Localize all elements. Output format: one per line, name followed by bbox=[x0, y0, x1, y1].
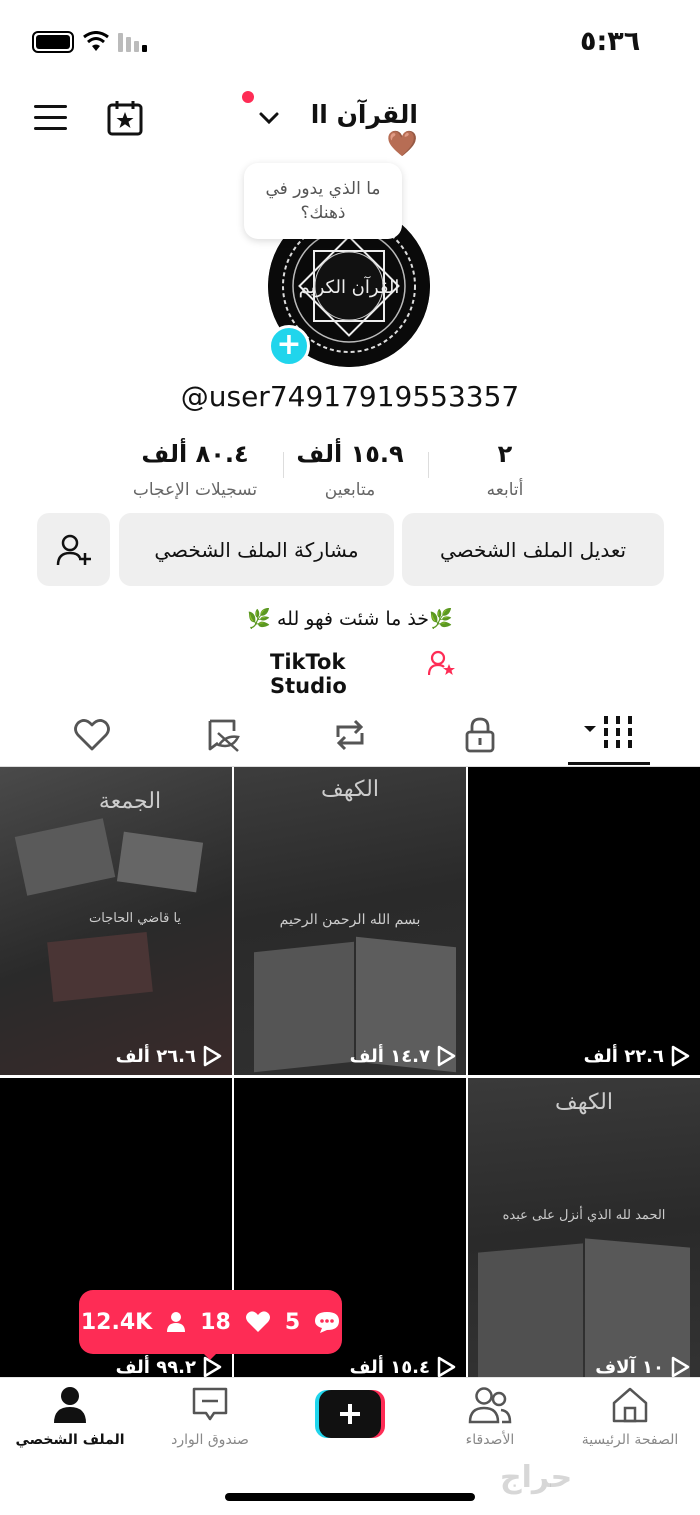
tiktok-studio-link[interactable]: TikTok Studio bbox=[270, 650, 420, 698]
chevron-down-icon[interactable] bbox=[258, 110, 280, 126]
watermark-logo: حراج bbox=[500, 1460, 573, 1495]
video-caption: بسم الله الرحمن الرحيم bbox=[279, 912, 421, 928]
view-count: ٢٢.٦ ألف bbox=[468, 1045, 700, 1067]
share-profile-button[interactable]: مشاركة الملف الشخصي bbox=[119, 513, 394, 586]
videos-tab-grid-icon[interactable] bbox=[582, 715, 636, 749]
view-count-text: ١٥.٤ ألف bbox=[349, 1356, 430, 1378]
nav-home[interactable]: الصفحة الرئيسية bbox=[560, 1386, 700, 1448]
inbox-icon bbox=[192, 1387, 228, 1421]
video-title: الجمعة bbox=[98, 789, 162, 814]
play-icon bbox=[437, 1045, 456, 1067]
repost-tab-icon[interactable] bbox=[330, 715, 370, 755]
view-count-text: ١٤.٧ ألف bbox=[349, 1045, 430, 1067]
nav-inbox-label: صندوق الوارد bbox=[171, 1432, 249, 1448]
view-count: ٢٦.٦ ألف bbox=[0, 1045, 232, 1067]
toast-tail bbox=[200, 1350, 220, 1360]
video-caption: يا قاضي الحاجات bbox=[88, 911, 182, 926]
nav-home-label: الصفحة الرئيسية bbox=[581, 1432, 679, 1448]
studio-icon[interactable] bbox=[428, 650, 456, 676]
account-title[interactable]: القرآن ll 🤎 bbox=[282, 100, 418, 159]
view-count-text: ٩٩.٢ ألف bbox=[115, 1356, 196, 1378]
thought-bubble[interactable]: ما الذي يدور في ذهنك؟ bbox=[244, 163, 402, 239]
video-thumbnail[interactable]: الكهف الحمد لله الذي أنزل على عبده ١٠ آل… bbox=[468, 1078, 700, 1386]
private-tab-lock-icon[interactable] bbox=[460, 715, 500, 755]
play-icon bbox=[203, 1045, 222, 1067]
nav-inbox[interactable]: صندوق الوارد bbox=[140, 1386, 280, 1448]
nav-friends-label: الأصدقاء bbox=[465, 1432, 515, 1448]
active-tab-indicator bbox=[568, 762, 650, 765]
wifi-icon bbox=[83, 31, 109, 51]
bio-text: 🌿خذ ما شئت فهو لله 🌿 bbox=[247, 608, 453, 630]
toast-comments: 5 bbox=[284, 1309, 301, 1335]
view-count: ١٠ آلاف bbox=[468, 1356, 700, 1378]
play-icon bbox=[437, 1356, 456, 1378]
battery-icon bbox=[32, 31, 74, 53]
likes-label: تسجيلات الإعجاب bbox=[132, 480, 258, 500]
video-thumbnail[interactable]: الجمعة يا قاضي الحاجات ٢٦.٦ ألف bbox=[0, 767, 232, 1075]
video-title: الكهف bbox=[555, 1090, 613, 1115]
nav-profile[interactable]: الملف الشخصي bbox=[0, 1386, 140, 1448]
add-avatar-button[interactable]: + bbox=[268, 325, 310, 367]
nav-friends[interactable]: الأصدقاء bbox=[420, 1386, 560, 1448]
friends-icon bbox=[468, 1387, 512, 1424]
edit-profile-button[interactable]: تعديل الملف الشخصي bbox=[402, 513, 664, 586]
avatar-label: القرآن الكريم bbox=[299, 276, 400, 298]
view-count: ٩٩.٢ ألف bbox=[0, 1356, 232, 1378]
profile-icon bbox=[54, 1387, 86, 1423]
view-count: ١٥.٤ ألف bbox=[234, 1356, 466, 1378]
following-count[interactable]: ٢ bbox=[440, 440, 570, 468]
followers-label[interactable]: متابعين bbox=[280, 480, 420, 500]
status-time: ٥:٣٦ bbox=[580, 26, 641, 57]
likes-count: ٨٠.٤ ألف bbox=[141, 440, 249, 468]
stat-divider bbox=[428, 452, 429, 478]
favorites-tab-bookmark-icon[interactable] bbox=[204, 715, 244, 755]
notification-dot bbox=[242, 91, 254, 103]
person-icon bbox=[167, 1312, 186, 1332]
home-icon bbox=[612, 1387, 648, 1423]
add-person-icon bbox=[56, 534, 91, 565]
view-count: ١٤.٧ ألف bbox=[234, 1045, 466, 1067]
home-indicator bbox=[225, 1493, 475, 1501]
play-icon bbox=[671, 1356, 690, 1378]
comment-icon bbox=[315, 1312, 340, 1333]
toast-likes: 18 bbox=[200, 1309, 231, 1335]
video-caption: الحمد لله الذي أنزل على عبده bbox=[502, 1208, 666, 1223]
view-count-text: ٢٦.٦ ألف bbox=[115, 1045, 196, 1067]
add-friend-button[interactable] bbox=[37, 513, 110, 586]
followers-count[interactable]: ١٥.٩ ألف bbox=[280, 440, 420, 468]
video-grid: الجمعة يا قاضي الحاجات ٢٦.٦ ألف الكهف بس… bbox=[0, 767, 700, 1386]
view-count-text: ٢٢.٦ ألف bbox=[583, 1045, 664, 1067]
video-title: الكهف bbox=[321, 777, 379, 802]
signal-icon bbox=[118, 33, 150, 53]
video-thumbnail[interactable]: ٢٢.٦ ألف bbox=[468, 767, 700, 1075]
toast-views: 12.4K bbox=[80, 1309, 153, 1335]
create-button[interactable] bbox=[315, 1390, 385, 1438]
username: @user74917919553357 bbox=[180, 380, 520, 413]
stats-toast[interactable]: 12.4K 18 5 bbox=[79, 1290, 342, 1354]
video-thumbnail[interactable]: الكهف بسم الله الرحمن الرحيم ١٤.٧ ألف bbox=[234, 767, 466, 1075]
nav-profile-label: الملف الشخصي bbox=[15, 1432, 125, 1448]
view-count-text: ١٠ آلاف bbox=[595, 1356, 664, 1378]
following-label[interactable]: أتابعه bbox=[440, 480, 570, 500]
play-icon bbox=[671, 1045, 690, 1067]
heart-icon bbox=[245, 1311, 270, 1332]
liked-tab-heart-icon[interactable] bbox=[72, 715, 112, 755]
menu-icon[interactable] bbox=[34, 104, 68, 132]
calendar-star-icon[interactable] bbox=[106, 99, 144, 137]
